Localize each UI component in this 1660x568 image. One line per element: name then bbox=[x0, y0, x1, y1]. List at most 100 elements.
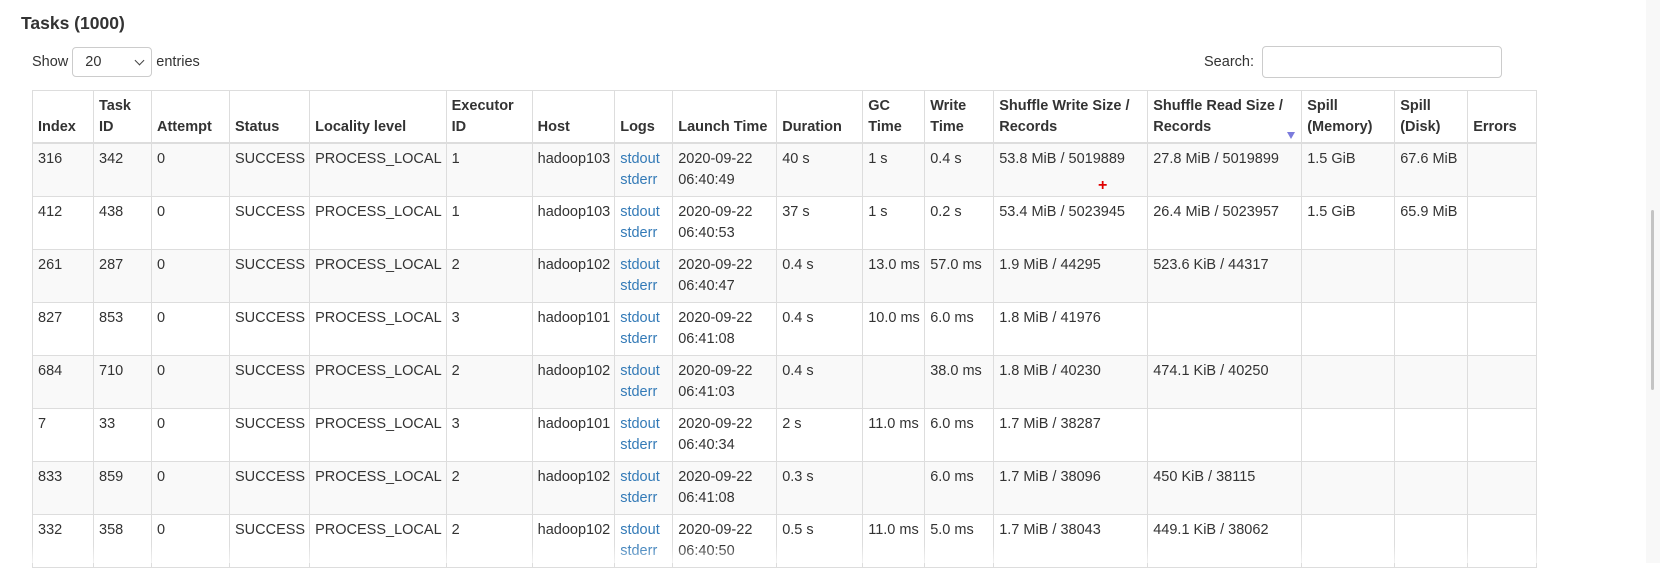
column-header-executor-id[interactable]: Executor ID bbox=[445, 90, 533, 144]
cell-launch-time: 2020-09-22 06:40:49 bbox=[672, 142, 778, 197]
column-header-label: Task ID bbox=[99, 98, 131, 135]
cell-launch-time: 2020-09-22 06:40:53 bbox=[672, 196, 778, 250]
stdout-link[interactable]: stdout bbox=[620, 308, 668, 329]
stdout-link[interactable]: stdout bbox=[620, 467, 668, 488]
column-header-label: Executor ID bbox=[451, 98, 514, 135]
cell-index: 261 bbox=[32, 249, 94, 303]
cell-attempt: 0 bbox=[151, 461, 230, 515]
mouse-cursor-crosshair-icon: + bbox=[1098, 177, 1108, 194]
launch-date: 2020-09-22 bbox=[678, 469, 753, 485]
search-input[interactable] bbox=[1262, 46, 1502, 78]
column-header-write-time[interactable]: Write Time bbox=[924, 90, 995, 144]
entries-per-page-select[interactable]: 20 bbox=[72, 47, 153, 77]
stdout-link[interactable]: stdout bbox=[620, 361, 668, 382]
search-label: Search: bbox=[1204, 54, 1254, 70]
cell-status: SUCCESS bbox=[228, 461, 311, 515]
cell-spill-memory bbox=[1301, 461, 1396, 515]
cell-launch-time: 2020-09-22 06:41:08 bbox=[672, 302, 778, 356]
table-header-row: Index Task ID Attempt Status Locality level E… bbox=[32, 90, 1538, 144]
launch-date: 2020-09-22 bbox=[678, 310, 753, 326]
stderr-link[interactable]: stderr bbox=[620, 329, 668, 350]
cell-host: hadoop102 bbox=[531, 461, 616, 515]
column-header-locality-level[interactable]: Locality level bbox=[309, 90, 447, 144]
stderr-link[interactable]: stderr bbox=[620, 488, 668, 509]
cell-gc-time bbox=[862, 461, 926, 515]
column-header-logs[interactable]: Logs bbox=[614, 90, 674, 144]
cell-index: 833 bbox=[32, 461, 94, 515]
show-label: Show bbox=[32, 54, 69, 70]
cell-host: hadoop102 bbox=[531, 355, 616, 409]
stdout-link[interactable]: stdout bbox=[620, 255, 668, 276]
cell-logs: stdout stderr bbox=[614, 461, 674, 515]
cell-write-time: 6.0 ms bbox=[924, 302, 995, 356]
launch-time: 06:40:34 bbox=[678, 437, 735, 453]
cell-errors bbox=[1467, 355, 1538, 409]
column-header-task-id[interactable]: Task ID bbox=[93, 90, 152, 144]
stderr-link[interactable]: stderr bbox=[620, 382, 668, 403]
cell-errors bbox=[1467, 408, 1538, 462]
cell-attempt: 0 bbox=[151, 355, 230, 409]
cell-locality: PROCESS_LOCAL bbox=[309, 249, 447, 303]
stdout-link[interactable]: stdout bbox=[620, 202, 668, 223]
table-row: 332 358 0 SUCCESS PROCESS_LOCAL 2 hadoop102 std… bbox=[32, 514, 1538, 568]
cell-attempt: 0 bbox=[151, 514, 230, 568]
cell-gc-time: 11.0 ms bbox=[862, 408, 926, 462]
column-header-label: Shuffle Write Size / Records bbox=[999, 98, 1130, 135]
column-header-host[interactable]: Host bbox=[531, 90, 616, 144]
column-header-label: Host bbox=[537, 119, 570, 135]
table-row: 316 342 0 SUCCESS PROCESS_LOCAL 1 hadoop103 std… bbox=[32, 142, 1538, 197]
cell-logs: stdout stderr bbox=[614, 142, 674, 197]
cell-locality: PROCESS_LOCAL bbox=[309, 302, 447, 356]
column-header-label: Attempt bbox=[157, 119, 212, 135]
cell-errors bbox=[1467, 249, 1538, 303]
page-title: Tasks (1000) bbox=[21, 13, 125, 33]
column-header-shuffle-read-size-records[interactable]: Shuffle Read Size / Records bbox=[1147, 90, 1303, 144]
stdout-link[interactable]: stdout bbox=[620, 414, 668, 435]
column-header-label: Shuffle Read Size / Records bbox=[1153, 98, 1283, 135]
column-header-shuffle-write-size-records[interactable]: Shuffle Write Size / Records bbox=[993, 90, 1149, 144]
table-row: 684 710 0 SUCCESS PROCESS_LOCAL 2 hadoop102 std… bbox=[32, 355, 1538, 409]
scrollbar-thumb[interactable] bbox=[1651, 210, 1654, 390]
stdout-link[interactable]: stdout bbox=[620, 520, 668, 541]
stderr-link[interactable]: stderr bbox=[620, 276, 668, 297]
cell-errors bbox=[1467, 514, 1538, 568]
column-header-errors[interactable]: Errors bbox=[1467, 90, 1538, 144]
cell-index: 827 bbox=[32, 302, 94, 356]
entries-length-control: Show 20 entries bbox=[32, 46, 200, 78]
column-header-index[interactable]: Index bbox=[32, 90, 94, 144]
cell-spill-disk bbox=[1394, 461, 1469, 515]
entries-per-page-value: 20 bbox=[85, 54, 102, 70]
cell-executor: 2 bbox=[445, 461, 533, 515]
cell-shuffle-read bbox=[1147, 408, 1303, 462]
launch-date: 2020-09-22 bbox=[678, 204, 753, 220]
column-header-launch-time[interactable]: Launch Time bbox=[672, 90, 778, 144]
cell-gc-time: 11.0 ms bbox=[862, 514, 926, 568]
column-header-gc-time[interactable]: GC Time bbox=[862, 90, 926, 144]
column-header-status[interactable]: Status bbox=[228, 90, 311, 144]
cell-task-id: 859 bbox=[93, 461, 152, 515]
stderr-link[interactable]: stderr bbox=[620, 170, 668, 191]
cell-shuffle-read: 474.1 KiB / 40250 bbox=[1147, 355, 1303, 409]
column-header-spill-disk[interactable]: Spill (Disk) bbox=[1394, 90, 1469, 144]
cell-host: hadoop102 bbox=[531, 249, 616, 303]
stdout-link[interactable]: stdout bbox=[620, 149, 668, 170]
cell-host: hadoop102 bbox=[531, 514, 616, 568]
page-scrollbar[interactable] bbox=[1646, 0, 1660, 563]
sort-descending-icon[interactable] bbox=[1287, 132, 1296, 139]
column-header-spill-memory[interactable]: Spill (Memory) bbox=[1301, 90, 1396, 144]
launch-date: 2020-09-22 bbox=[678, 416, 753, 432]
column-header-duration[interactable]: Duration bbox=[776, 90, 864, 144]
cell-locality: PROCESS_LOCAL bbox=[309, 196, 447, 250]
column-header-label: Write Time bbox=[930, 98, 967, 135]
cell-spill-memory bbox=[1301, 408, 1396, 462]
stderr-link[interactable]: stderr bbox=[620, 435, 668, 456]
column-header-label: Logs bbox=[620, 119, 655, 135]
cell-shuffle-read: 450 KiB / 38115 bbox=[1147, 461, 1303, 515]
cell-spill-memory: 1.5 GiB bbox=[1301, 142, 1396, 197]
stderr-link[interactable]: stderr bbox=[620, 541, 668, 562]
cell-attempt: 0 bbox=[151, 408, 230, 462]
stderr-link[interactable]: stderr bbox=[620, 223, 668, 244]
cell-shuffle-write: 53.8 MiB / 5019889 bbox=[993, 142, 1149, 197]
entries-label: entries bbox=[156, 54, 200, 70]
column-header-attempt[interactable]: Attempt bbox=[151, 90, 230, 144]
